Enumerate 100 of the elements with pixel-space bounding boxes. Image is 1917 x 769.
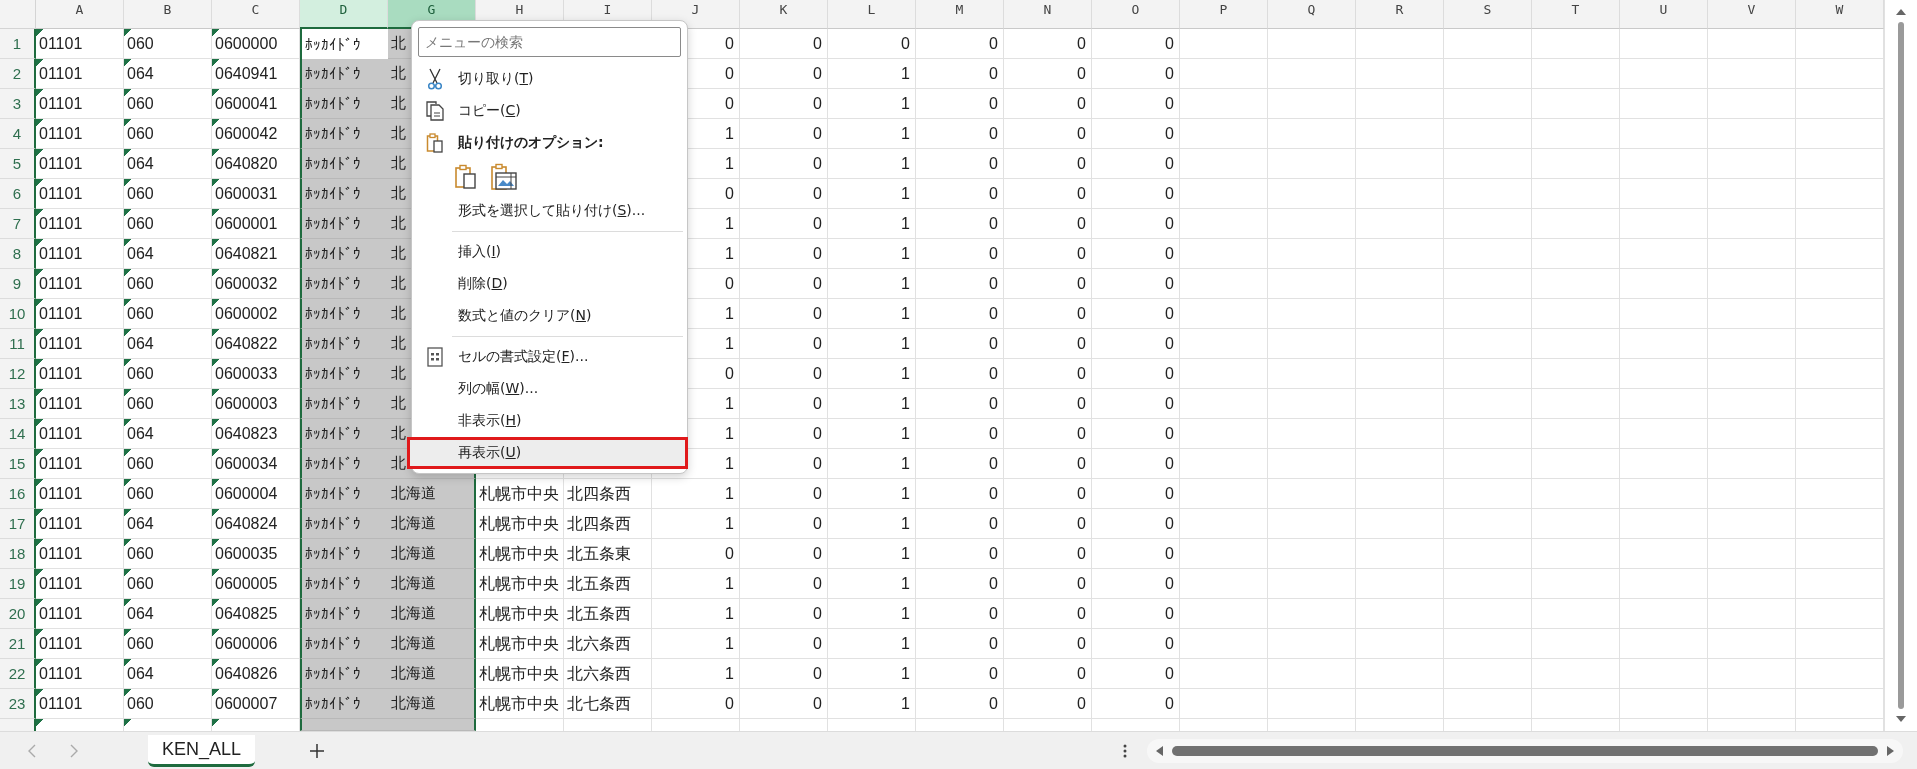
table-cell-text: 札幌市中央 (478, 633, 560, 654)
table-cell-text: 0 (1164, 454, 1175, 474)
plus-icon[interactable] (309, 742, 326, 759)
column-header[interactable]: M (916, 0, 1004, 29)
table-cell-text: 北四条西 (566, 513, 632, 534)
column-header[interactable]: Q (1268, 0, 1356, 29)
row-header[interactable]: 23 (0, 689, 36, 719)
table-cell-text: 1 (900, 424, 911, 444)
row-header[interactable]: 5 (0, 149, 36, 179)
table-cell-text: 0 (1164, 304, 1175, 324)
column-header[interactable]: O (1092, 0, 1180, 29)
row-header[interactable]: 7 (0, 209, 36, 239)
row-header[interactable]: 20 (0, 599, 36, 629)
table-cell-text: 1 (900, 94, 911, 114)
horizontal-scrollbar[interactable] (1147, 738, 1903, 763)
table-cell-text: 0 (988, 214, 999, 234)
scroll-left-icon[interactable] (1155, 744, 1164, 757)
column-header[interactable]: L (828, 0, 916, 29)
column-header[interactable]: D (300, 0, 388, 29)
row-header[interactable]: 13 (0, 389, 36, 419)
search-field[interactable]: メニューの検索 (418, 27, 681, 57)
sheet-tab[interactable]: KEN_ALL (148, 734, 256, 767)
table-cell-text: 0 (988, 694, 999, 714)
scroll-thumb[interactable] (1172, 745, 1878, 756)
table-cell-text: 札幌市中央 (478, 663, 560, 684)
table-cell-text: 0 (1164, 274, 1175, 294)
table-cell-text: 0 (988, 514, 999, 534)
row-header[interactable]: 14 (0, 419, 36, 449)
row-header[interactable]: 4 (0, 119, 36, 149)
table-cell-text: 0 (988, 274, 999, 294)
table-cell-text: 1 (724, 424, 735, 444)
table-cell-text: 0 (812, 694, 823, 714)
column-header[interactable]: P (1180, 0, 1268, 29)
column-header[interactable]: U (1620, 0, 1708, 29)
table-cell-text: 1 (900, 154, 911, 174)
table-cell: ﾎｯｶｲﾄﾞｳ (300, 389, 388, 419)
column-header[interactable]: V (1708, 0, 1796, 29)
row-header[interactable]: 18 (0, 539, 36, 569)
table-cell-text: 1 (900, 304, 911, 324)
table-cell-text: 0 (1164, 34, 1175, 54)
column-header[interactable]: C (212, 0, 300, 29)
column-header[interactable]: B (124, 0, 212, 29)
column-header[interactable]: S (1444, 0, 1532, 29)
table-cell-text: 0 (1076, 334, 1087, 354)
paste-picture-button[interactable] (488, 161, 520, 193)
scroll-thumb[interactable] (1898, 22, 1904, 709)
table-cell-text: 0 (1076, 274, 1087, 294)
table-cell-text: 1 (900, 214, 911, 234)
table-cell: 北海道 (388, 509, 476, 539)
row-header[interactable]: 12 (0, 359, 36, 389)
row-header[interactable]: 19 (0, 569, 36, 599)
row-header[interactable]: 21 (0, 629, 36, 659)
row-header[interactable]: 11 (0, 329, 36, 359)
scroll-up-icon[interactable] (1895, 8, 1907, 16)
table-cell: ﾎｯｶｲﾄﾞｳ (300, 509, 388, 539)
column-header[interactable]: A (36, 0, 124, 29)
more-options-icon[interactable] (1123, 743, 1127, 758)
scroll-down-icon[interactable] (1895, 715, 1907, 723)
row-header[interactable]: 6 (0, 179, 36, 209)
row-header[interactable]: 10 (0, 299, 36, 329)
table-cell-text: 1 (724, 244, 735, 264)
table-cell: ﾎｯｶｲﾄﾞｳ (300, 329, 388, 359)
table-cell-text: 0 (1164, 214, 1175, 234)
row-header[interactable]: 17 (0, 509, 36, 539)
table-cell-text: 0 (1076, 694, 1087, 714)
column-header[interactable]: N (1004, 0, 1092, 29)
row-header[interactable]: 1 (0, 29, 36, 59)
table-cell-text: 0 (812, 184, 823, 204)
table-cell: ﾎｯｶｲﾄﾞｳ (300, 539, 388, 569)
menu-item[interactable]: 再表示(U) (407, 437, 688, 469)
column-header[interactable]: W (1796, 0, 1884, 29)
table-cell-text: 0 (988, 484, 999, 504)
row-header[interactable]: 8 (0, 239, 36, 269)
table-cell-text: 1 (900, 604, 911, 624)
table-cell-text: 1 (724, 394, 735, 414)
table-cell-text: 1 (724, 574, 735, 594)
column-header[interactable]: R (1356, 0, 1444, 29)
table-cell: 北海道 (388, 659, 476, 689)
row-header[interactable] (0, 719, 36, 731)
row-header[interactable]: 15 (0, 449, 36, 479)
table-cell-text: 0 (1076, 544, 1087, 564)
table-cell-text: 0 (812, 484, 823, 504)
row-header[interactable]: 2 (0, 59, 36, 89)
table-cell-text: 1 (900, 64, 911, 84)
table-cell-text: 0 (1076, 244, 1087, 264)
row-header[interactable]: 3 (0, 89, 36, 119)
column-header[interactable]: K (740, 0, 828, 29)
scroll-right-icon[interactable] (1886, 744, 1895, 757)
table-cell-text: 0 (1076, 664, 1087, 684)
row-header[interactable]: 16 (0, 479, 36, 509)
row-header[interactable]: 22 (0, 659, 36, 689)
row-header[interactable]: 9 (0, 269, 36, 299)
table-cell: 北海道 (388, 689, 476, 719)
table-cell-text: 0 (812, 154, 823, 174)
table-cell: ﾎｯｶｲﾄﾞｳ (300, 659, 388, 689)
table-cell-text: 0 (1076, 184, 1087, 204)
table-cell-text: 1 (900, 634, 911, 654)
column-header[interactable]: T (1532, 0, 1620, 29)
table-cell: ﾎｯｶｲﾄﾞｳ (300, 59, 388, 89)
table-cell-text: 0 (988, 154, 999, 174)
